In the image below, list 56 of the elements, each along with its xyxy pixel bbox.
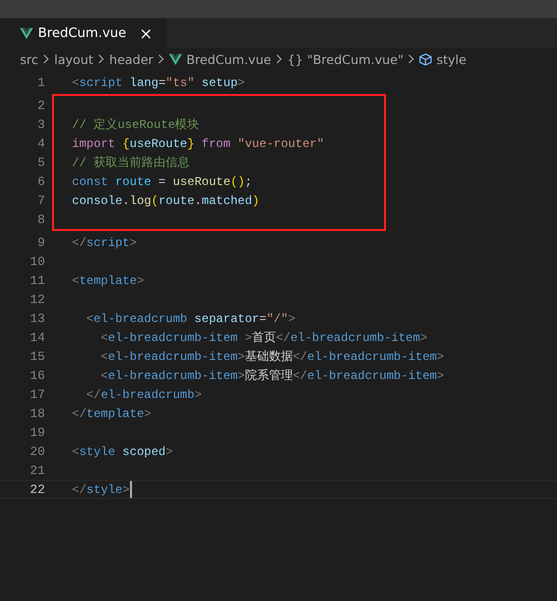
line-number: 18 [28,406,45,420]
chevron-icon [407,54,416,64]
code-line: console.log(route.matched) [72,194,260,208]
code-line: import {useRoute} from "vue-router" [72,136,324,150]
line-number: 12 [28,292,45,306]
line-number: 3 [36,118,45,132]
cube-icon [419,52,432,66]
chevron-icon [97,54,106,64]
line-number: 22 [28,482,45,496]
line-number: 10 [28,254,45,268]
editor-tab[interactable]: BredCum.vue × [0,18,167,48]
code-line: // 定义useRoute模块 [72,117,200,133]
breadcrumb-item[interactable]: BredCum.vue [186,52,272,66]
line-number: 8 [36,212,45,226]
vue-logo-icon [20,28,33,38]
close-button[interactable]: × [137,24,155,42]
line-number: 6 [36,174,45,188]
chevron-icon [275,54,284,64]
line-number: 21 [28,464,45,478]
breadcrumb-item[interactable]: style [436,52,466,66]
code-line: // 获取当前路由信息 [72,155,190,171]
vue-logo-icon [169,54,182,64]
line-number: 14 [28,330,45,344]
code-line: <el-breadcrumb-item >首页</el-breadcrumb-item> [100,330,428,346]
code-line: <el-breadcrumb separator="/"> [85,312,296,326]
line-number: 5 [36,156,45,170]
line-number: 2 [36,98,45,112]
chevron-icon [42,54,50,64]
line-number: 19 [28,426,45,440]
line-number: 16 [28,368,45,382]
line-number: 13 [28,312,45,326]
breadcrumb-item[interactable]: src [20,52,38,66]
code-line: </script> [72,236,137,250]
tab-label: BredCum.vue [38,26,126,40]
code-line: <el-breadcrumb-item>院系管理</el-breadcrumb-item> [100,368,444,384]
breadcrumb-item[interactable]: header [109,52,154,66]
code-line: <template> [72,274,144,288]
line-number: 17 [28,388,45,402]
line-number: 7 [36,194,45,208]
code-line: const route = useRoute(); [72,174,252,188]
text-cursor [130,481,132,498]
line-number: 20 [28,444,45,458]
line-number: 9 [36,236,45,250]
line-number: 1 [36,76,45,90]
line-number: 4 [36,136,45,150]
line-number: 15 [28,350,45,364]
chevron-icon [157,54,166,64]
code-line: </el-breadcrumb> [85,388,202,402]
code-line: </template> [72,406,152,420]
breadcrumb-item[interactable]: {} "BredCum.vue" [287,52,404,66]
breadcrumb-item[interactable]: layout [54,52,94,66]
line-number: 11 [28,274,45,288]
code-line: <script lang="ts" setup> [72,76,245,90]
code-line: <style scoped> [72,444,173,458]
code-line: </style> [72,482,130,496]
code-line: <el-breadcrumb-item>基础数据</el-breadcrumb-item> [100,349,444,365]
